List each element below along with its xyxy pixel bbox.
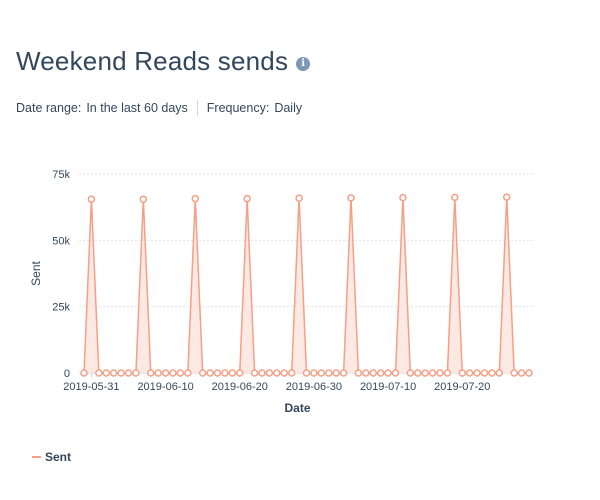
data-point-sent	[124, 369, 133, 377]
data-point-sent	[347, 194, 355, 202]
frequency-filter[interactable]: Frequency: Daily	[207, 101, 302, 115]
data-point-sent	[80, 369, 88, 377]
data-point-sent	[287, 369, 296, 377]
data-point-sent	[265, 369, 274, 377]
x-tick-label: 2019-06-10	[137, 381, 193, 393]
data-point-sent	[332, 369, 340, 377]
data-point-sent	[161, 369, 170, 377]
data-point-sent	[102, 369, 110, 377]
data-point-sent	[428, 369, 437, 377]
legend-swatch-sent	[32, 456, 41, 458]
data-point-sent	[228, 369, 237, 377]
data-point-sent	[421, 369, 429, 377]
data-point-sent	[317, 369, 326, 377]
data-point-sent	[302, 369, 311, 377]
data-point-sent	[354, 369, 363, 377]
y-tick-label: 50k	[52, 235, 70, 247]
data-point-sent	[436, 369, 444, 377]
data-point-sent	[273, 369, 281, 377]
data-point-sent	[147, 369, 155, 377]
data-point-sent	[488, 369, 496, 377]
x-tick-label: 2019-06-30	[286, 381, 342, 393]
data-point-sent	[362, 369, 370, 377]
y-tick-label: 25k	[52, 302, 70, 314]
y-tick-label: 0	[64, 368, 70, 380]
page-title: Weekend Reads sends	[16, 46, 289, 76]
info-icon[interactable]: i	[296, 56, 311, 71]
data-point-sent	[339, 369, 348, 377]
data-point-sent	[451, 193, 459, 202]
data-point-sent	[325, 369, 333, 377]
data-point-sent	[517, 369, 526, 377]
data-point-sent	[391, 369, 400, 377]
data-point-sent	[250, 369, 259, 377]
x-tick-label: 2019-07-10	[360, 381, 416, 393]
legend-label-sent: Sent	[45, 450, 72, 464]
data-point-sent	[243, 194, 251, 203]
data-point-sent	[258, 369, 266, 377]
data-point-sent	[154, 369, 162, 377]
data-point-sent	[176, 369, 185, 377]
x-axis-title: Date	[284, 401, 310, 415]
data-point-sent	[221, 369, 229, 377]
data-point-sent	[213, 369, 222, 377]
data-point-sent	[206, 369, 214, 377]
chart-legend[interactable]: Sent	[32, 450, 71, 464]
x-tick-label: 2019-07-20	[434, 381, 490, 393]
data-point-sent	[510, 369, 518, 377]
data-point-sent	[310, 369, 318, 377]
data-point-sent	[503, 193, 511, 201]
data-point-sent	[139, 195, 148, 203]
data-point-sent	[414, 369, 422, 377]
data-point-sent	[280, 369, 288, 377]
date-range-value: In the last 60 days	[86, 101, 188, 115]
data-point-sent	[191, 194, 199, 203]
data-point-sent	[87, 195, 96, 203]
data-point-sent	[132, 369, 140, 377]
data-point-sent	[95, 369, 103, 377]
date-range-filter[interactable]: Date range: In the last 60 days	[16, 101, 188, 115]
data-point-sent	[399, 193, 407, 202]
sends-chart: 0 25k 50k 75k 2019-05-31 2019-06-10 2019-06-20…	[29, 169, 533, 415]
data-point-sent	[109, 369, 118, 377]
date-range-label: Date range:	[16, 101, 82, 115]
report-filters: Date range: In the last 60 days Frequenc…	[16, 100, 302, 116]
data-point-sent	[465, 369, 474, 377]
data-point-sent	[473, 369, 481, 377]
y-tick-label: 75k	[52, 169, 70, 181]
data-point-sent	[117, 369, 125, 377]
filter-divider	[196, 100, 198, 116]
x-tick-label: 2019-05-31	[63, 381, 119, 393]
x-tick-label: 2019-06-20	[212, 381, 268, 393]
data-point-sent	[384, 369, 392, 377]
frequency-value: Daily	[274, 101, 303, 115]
series-line-sent	[83, 197, 529, 374]
chart-header: Weekend Reads sends i	[16, 46, 311, 77]
data-point-sent	[236, 369, 244, 377]
data-point-sent	[198, 369, 207, 377]
data-point-sent	[495, 369, 504, 377]
y-axis-title: Sent	[29, 260, 43, 285]
data-point-sent	[480, 369, 489, 377]
series-area-sent	[84, 197, 529, 373]
data-point-sent	[458, 369, 466, 377]
data-point-sent	[295, 194, 303, 202]
data-point-sent	[376, 369, 385, 377]
data-point-sent	[443, 369, 452, 377]
data-point-sent	[169, 369, 177, 377]
frequency-label: Frequency:	[206, 101, 270, 115]
data-point-sent	[525, 369, 533, 377]
data-point-sent	[406, 369, 415, 377]
data-point-sent	[369, 369, 377, 377]
data-point-sent	[184, 369, 192, 377]
